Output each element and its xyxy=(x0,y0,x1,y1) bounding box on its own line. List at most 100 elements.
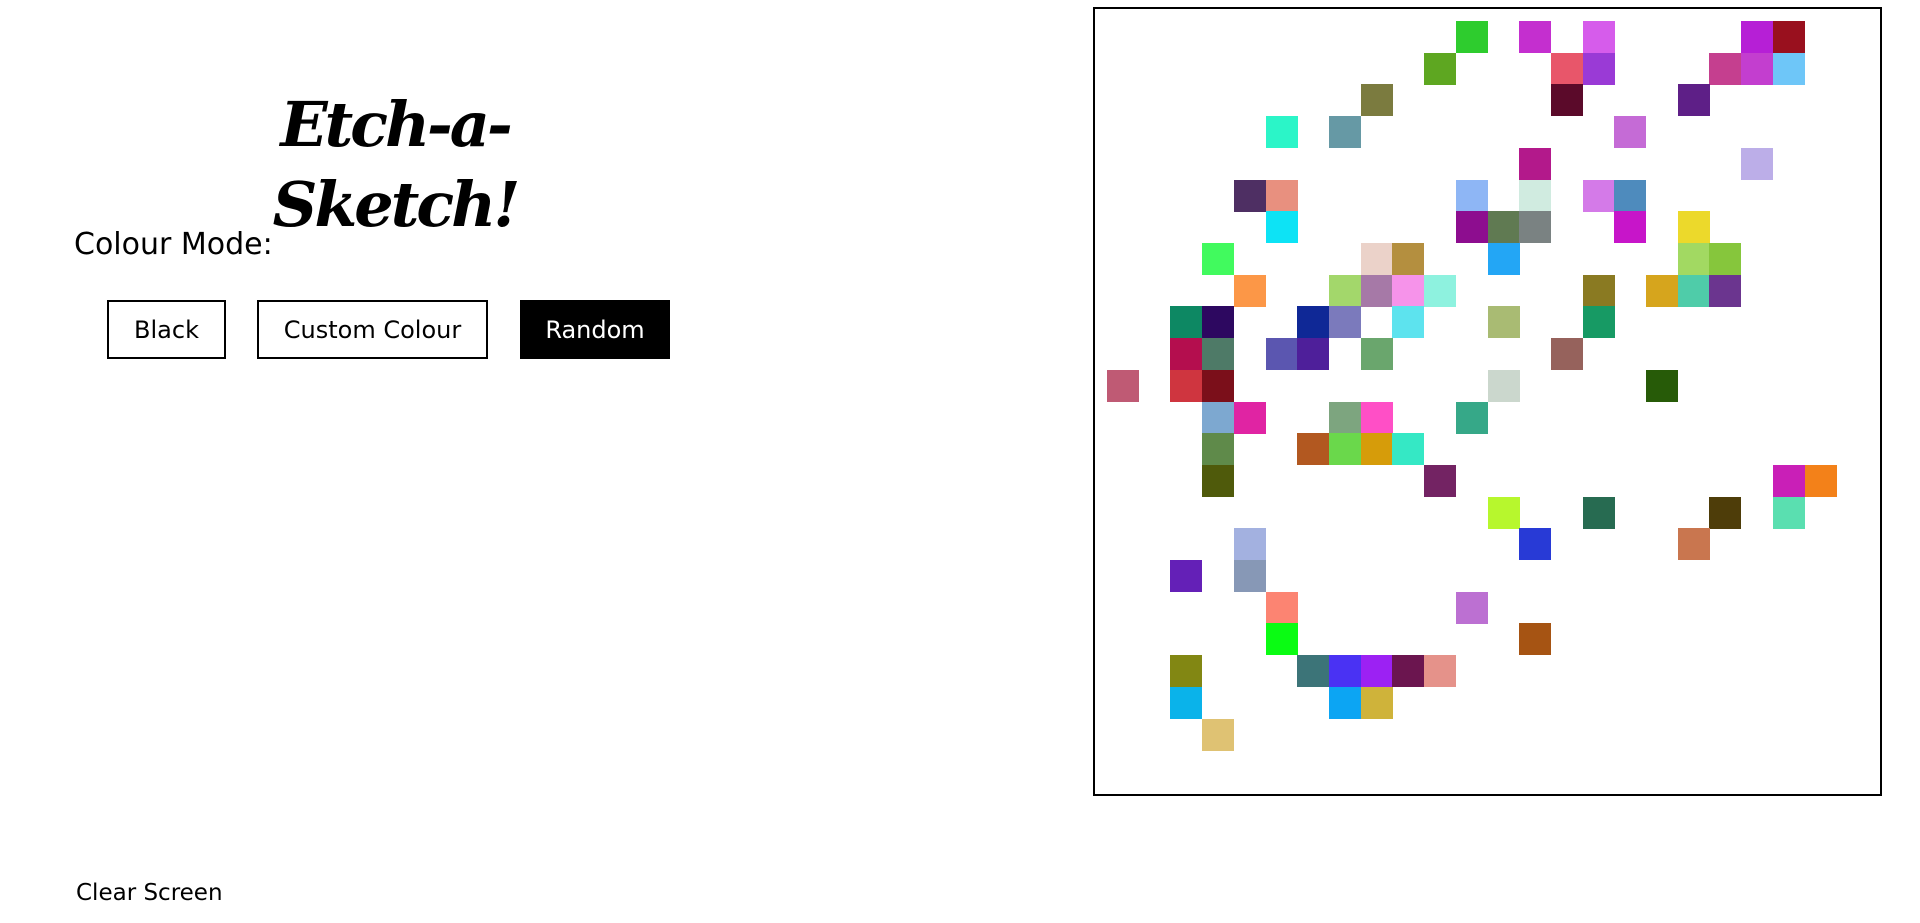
grid-cell[interactable] xyxy=(1265,591,1298,624)
grid-cell[interactable] xyxy=(1170,686,1203,719)
grid-cell[interactable] xyxy=(1741,147,1774,180)
grid-cell[interactable] xyxy=(1550,338,1583,371)
grid-cell[interactable] xyxy=(1519,179,1552,212)
grid-cell[interactable] xyxy=(1582,306,1615,339)
grid-cell[interactable] xyxy=(1265,338,1298,371)
grid-cell[interactable] xyxy=(1170,560,1203,593)
grid-cell[interactable] xyxy=(1297,306,1330,339)
grid-cell[interactable] xyxy=(1360,401,1393,434)
grid-cell[interactable] xyxy=(1328,274,1361,307)
grid-cell[interactable] xyxy=(1233,179,1266,212)
sketch-grid[interactable] xyxy=(1093,7,1882,796)
grid-cell[interactable] xyxy=(1424,655,1457,688)
grid-cell[interactable] xyxy=(1392,433,1425,466)
grid-cell[interactable] xyxy=(1360,274,1393,307)
grid-cell[interactable] xyxy=(1709,274,1742,307)
grid-cell[interactable] xyxy=(1360,433,1393,466)
grid-cell[interactable] xyxy=(1202,718,1235,751)
grid-cell[interactable] xyxy=(1360,338,1393,371)
grid-cell[interactable] xyxy=(1804,464,1837,497)
grid-cell[interactable] xyxy=(1360,242,1393,275)
grid-cell[interactable] xyxy=(1328,433,1361,466)
grid-cell[interactable] xyxy=(1519,623,1552,656)
grid-cell[interactable] xyxy=(1455,401,1488,434)
black-mode-button[interactable]: Black xyxy=(107,300,226,359)
grid-cell[interactable] xyxy=(1582,52,1615,85)
grid-cell[interactable] xyxy=(1487,211,1520,244)
grid-cell[interactable] xyxy=(1772,464,1805,497)
random-mode-button[interactable]: Random xyxy=(520,300,670,359)
grid-cell[interactable] xyxy=(1646,274,1679,307)
grid-cell[interactable] xyxy=(1677,211,1710,244)
grid-cell[interactable] xyxy=(1297,433,1330,466)
grid-cell[interactable] xyxy=(1614,116,1647,149)
grid-cell[interactable] xyxy=(1265,116,1298,149)
grid-cell[interactable] xyxy=(1392,242,1425,275)
grid-cell[interactable] xyxy=(1202,369,1235,402)
grid-cell[interactable] xyxy=(1265,179,1298,212)
grid-cell[interactable] xyxy=(1455,211,1488,244)
grid-cell[interactable] xyxy=(1233,528,1266,561)
grid-cell[interactable] xyxy=(1455,21,1488,53)
grid-cell[interactable] xyxy=(1487,496,1520,529)
grid-cell[interactable] xyxy=(1392,306,1425,339)
grid-cell[interactable] xyxy=(1772,21,1805,53)
grid-cell[interactable] xyxy=(1741,52,1774,85)
grid-cell[interactable] xyxy=(1202,401,1235,434)
grid-cell[interactable] xyxy=(1677,242,1710,275)
grid-cell[interactable] xyxy=(1328,306,1361,339)
grid-cell[interactable] xyxy=(1741,21,1774,53)
grid-cell[interactable] xyxy=(1170,306,1203,339)
grid-cell[interactable] xyxy=(1170,338,1203,371)
grid-cell[interactable] xyxy=(1614,179,1647,212)
clear-screen-button[interactable]: Clear Screen xyxy=(76,878,223,908)
grid-cell[interactable] xyxy=(1487,306,1520,339)
grid-cell[interactable] xyxy=(1392,655,1425,688)
grid-cell[interactable] xyxy=(1233,274,1266,307)
grid-cell[interactable] xyxy=(1582,21,1615,53)
grid-cell[interactable] xyxy=(1519,147,1552,180)
grid-cell[interactable] xyxy=(1360,655,1393,688)
grid-cell[interactable] xyxy=(1487,242,1520,275)
grid-cell[interactable] xyxy=(1297,338,1330,371)
grid-cell[interactable] xyxy=(1677,274,1710,307)
grid-cell[interactable] xyxy=(1328,116,1361,149)
grid-cell[interactable] xyxy=(1360,686,1393,719)
grid-cell[interactable] xyxy=(1519,211,1552,244)
grid-cell[interactable] xyxy=(1233,401,1266,434)
grid-cell[interactable] xyxy=(1709,496,1742,529)
grid-cell[interactable] xyxy=(1265,211,1298,244)
grid-cell[interactable] xyxy=(1455,591,1488,624)
grid-cell[interactable] xyxy=(1709,52,1742,85)
grid-cell[interactable] xyxy=(1170,655,1203,688)
grid-cell[interactable] xyxy=(1550,52,1583,85)
grid-cell[interactable] xyxy=(1328,655,1361,688)
grid-cell[interactable] xyxy=(1202,338,1235,371)
grid-cell[interactable] xyxy=(1487,369,1520,402)
grid-cell[interactable] xyxy=(1297,655,1330,688)
grid-cell[interactable] xyxy=(1424,52,1457,85)
grid-cell[interactable] xyxy=(1519,21,1552,53)
grid-cell[interactable] xyxy=(1328,401,1361,434)
grid-cell[interactable] xyxy=(1550,84,1583,117)
grid-cell[interactable] xyxy=(1677,528,1710,561)
grid-cell[interactable] xyxy=(1360,84,1393,117)
grid-cell[interactable] xyxy=(1265,623,1298,656)
grid-cell[interactable] xyxy=(1170,369,1203,402)
grid-cell[interactable] xyxy=(1709,242,1742,275)
grid-cell[interactable] xyxy=(1392,274,1425,307)
grid-cell[interactable] xyxy=(1202,242,1235,275)
grid-cell[interactable] xyxy=(1772,52,1805,85)
grid-cell[interactable] xyxy=(1646,369,1679,402)
grid-cell[interactable] xyxy=(1519,528,1552,561)
grid-cell[interactable] xyxy=(1233,560,1266,593)
grid-cell[interactable] xyxy=(1202,306,1235,339)
grid-cell[interactable] xyxy=(1202,433,1235,466)
grid-cell[interactable] xyxy=(1582,496,1615,529)
grid-cell[interactable] xyxy=(1614,211,1647,244)
grid-cell[interactable] xyxy=(1582,274,1615,307)
grid-cell[interactable] xyxy=(1202,464,1235,497)
grid-cell[interactable] xyxy=(1328,686,1361,719)
grid-cell[interactable] xyxy=(1455,179,1488,212)
grid-cell[interactable] xyxy=(1677,84,1710,117)
